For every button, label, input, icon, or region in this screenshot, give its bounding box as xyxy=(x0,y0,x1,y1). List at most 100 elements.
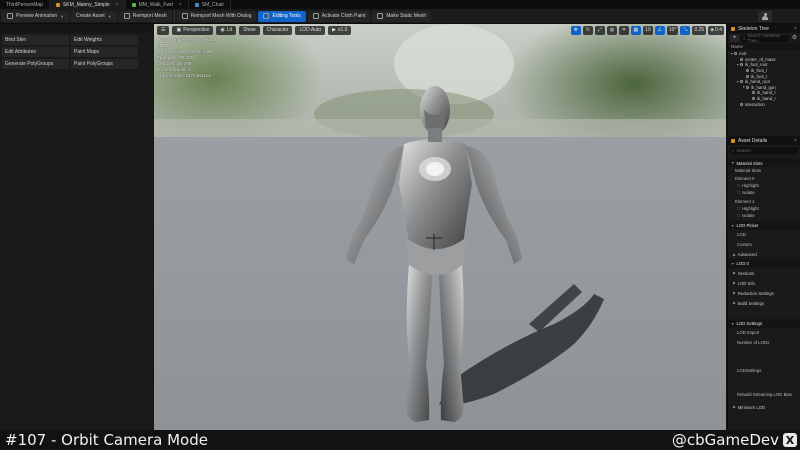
lod-import-field: LOD Import xyxy=(737,330,760,335)
checkbox-icon xyxy=(737,214,740,218)
bone-label: ik_foot_l xyxy=(751,68,768,74)
add-button[interactable]: + xyxy=(730,34,739,42)
caption-title: #107 - Orbit Camera Mode xyxy=(5,431,208,449)
lod-picker-category[interactable]: ▼ LOD Picker xyxy=(728,221,800,230)
close-icon[interactable]: × xyxy=(179,2,182,8)
chevron-right-icon: ▶ xyxy=(733,301,736,305)
lod-0-category[interactable]: ▼ LOD 0 xyxy=(728,259,800,268)
character-button[interactable]: Character xyxy=(262,25,293,35)
scale-snap-toggle[interactable]: ⤡ xyxy=(680,25,691,35)
wrench-icon xyxy=(263,13,270,19)
playback-speed-button[interactable]: ▶ x1.0 xyxy=(328,25,352,35)
bone-label: ik_hand_r xyxy=(757,96,776,102)
lod-auto-button[interactable]: LOD Auto xyxy=(295,25,326,35)
details-search-input[interactable]: ⌕ Search xyxy=(730,146,798,154)
highlight-checkbox[interactable]: Highlight xyxy=(728,205,800,212)
material-slots-category[interactable]: ▼ Material Slots xyxy=(728,159,800,167)
tab-skm-manny-simple[interactable]: SKM_Manny_Simple × xyxy=(49,0,126,9)
character-mode-button[interactable] xyxy=(758,10,772,22)
animation-icon xyxy=(131,2,136,7)
skeleton-icon xyxy=(731,26,735,31)
tab-sm-chair[interactable]: SM_Chair xyxy=(189,0,231,9)
lod-field: LOD xyxy=(737,232,746,237)
rotation-snap-value[interactable]: 10° xyxy=(666,25,679,35)
bone-tree: ▼ root center_of_mass ▼ ik_foot_root ik_fo… xyxy=(728,50,800,107)
number-of-lods-field: Number of LODs xyxy=(737,340,770,345)
generate-polygroups-button[interactable]: Generate PolyGroups xyxy=(2,59,69,69)
viewport-stats-overlay: Previewing Reference Pose LOD: 0 Current… xyxy=(157,38,216,80)
camera-speed-icon: ◈ xyxy=(710,27,715,33)
tab-mm-walk-fwd[interactable]: MM_Walk_Fwd × xyxy=(126,0,189,9)
close-icon[interactable]: × xyxy=(116,2,119,8)
minimum-lod-label: Minimum LOD xyxy=(737,404,766,410)
activate-cloth-paint-button[interactable]: Activate Cloth Paint xyxy=(307,10,371,22)
close-icon[interactable]: × xyxy=(794,138,797,144)
search-icon: ⌕ xyxy=(732,147,735,153)
lit-label: Lit xyxy=(226,27,232,33)
reimport-mesh-button[interactable]: Reimport Mesh xyxy=(118,10,172,22)
bone-label: ik_hand_root xyxy=(745,79,770,85)
skeletal-mesh-icon xyxy=(55,2,60,7)
make-static-mesh-button[interactable]: Make Static Mesh xyxy=(372,10,432,22)
details-icon xyxy=(731,138,735,143)
bone-icon xyxy=(752,91,755,95)
lit-button[interactable]: ◉ Lit xyxy=(216,25,236,35)
camera-speed-button[interactable]: ◈ 0.4 xyxy=(708,25,724,35)
editing-tools-button[interactable]: Editing Tools xyxy=(258,10,306,22)
create-asset-label: Create Asset xyxy=(76,13,105,19)
gear-icon[interactable]: ⚙ xyxy=(791,35,798,42)
reimport-mesh-label: Reimport Mesh xyxy=(132,13,167,19)
lod-settings-category[interactable]: ▼ LOD Settings xyxy=(728,319,800,328)
tab-label: MM_Walk_Fwd xyxy=(138,1,173,8)
preview-animation-button[interactable]: Preview Animation ▼ xyxy=(2,10,70,22)
chevron-down-icon: ▼ xyxy=(731,321,735,326)
tab-thirdpersonmap[interactable]: ThirdPersonMap xyxy=(0,0,50,9)
grid-snap-value[interactable]: 10 xyxy=(642,25,653,35)
edit-weights-button[interactable]: Edit Weights xyxy=(71,35,138,45)
bind-skin-button[interactable]: Bind Skin xyxy=(2,35,69,45)
minimum-lod-expander[interactable]: ▶ Minimum LOD xyxy=(728,402,800,412)
paint-polygroups-button[interactable]: Paint PolyGroups xyxy=(71,59,138,69)
highlight-checkbox[interactable]: Highlight xyxy=(728,182,800,189)
viewport-menu-button[interactable]: ☰ xyxy=(157,25,170,35)
grid-snap-toggle[interactable]: ▦ xyxy=(630,25,641,35)
sections-expander[interactable]: ▶ Sections xyxy=(728,268,800,278)
skeleton-search-input[interactable]: ⌕ Search Skeleton Tree... xyxy=(741,33,789,43)
perspective-button[interactable]: ▣ Perspective xyxy=(172,25,214,35)
scale-tool-icon[interactable]: ⤢ xyxy=(594,25,605,35)
sections-label: Sections xyxy=(737,270,755,276)
category-label: LOD 0 xyxy=(736,261,749,266)
video-caption-bar: #107 - Orbit Camera Mode @cbGameDev X xyxy=(0,430,800,450)
3d-viewport[interactable]: ☰ ▣ Perspective ◉ Lit Show Character LOD A… xyxy=(154,24,726,430)
rotate-tool-icon[interactable]: ↻ xyxy=(582,25,593,35)
advanced-expander[interactable]: ▶ Advanced xyxy=(728,250,800,259)
reimport-mesh-dialog-button[interactable]: Reimport Mesh With Dialog xyxy=(176,10,257,22)
close-icon[interactable]: × xyxy=(794,26,797,32)
asset-details-header[interactable]: Asset Details × xyxy=(728,136,800,145)
reduction-settings-expander[interactable]: ▶ Reduction Settings xyxy=(728,288,800,298)
lod-settings-field: LODSettings xyxy=(737,368,762,373)
world-space-icon[interactable]: ◍ xyxy=(606,25,617,35)
advanced-label: Advanced xyxy=(737,252,757,257)
scale-snap-value[interactable]: 0.25 xyxy=(692,25,707,35)
paint-maps-button[interactable]: Paint Maps xyxy=(71,47,138,57)
skeleton-tree-header[interactable]: Skeleton Tree × xyxy=(728,24,800,33)
isolate-checkbox[interactable]: Isolate xyxy=(728,212,800,221)
highlight-label: Highlight xyxy=(742,183,759,188)
name-column-header[interactable]: Name xyxy=(728,43,800,50)
bone-row[interactable]: interaction xyxy=(728,101,800,107)
preview-animation-label: Preview Animation xyxy=(16,13,58,19)
checkbox-icon xyxy=(737,184,740,188)
asset-tab-strip: ThirdPersonMap SKM_Manny_Simple × MM_Walk… xyxy=(0,0,800,9)
rotation-snap-toggle[interactable]: ∠ xyxy=(654,25,665,35)
character-label: Character xyxy=(266,27,289,33)
move-tool-icon[interactable]: ✥ xyxy=(570,25,581,35)
edit-attributes-button[interactable]: Edit Attributes xyxy=(2,47,69,57)
surface-snap-icon[interactable]: ⌗ xyxy=(618,25,629,35)
chevron-down-icon: ▼ xyxy=(107,13,112,19)
isolate-checkbox[interactable]: Isolate xyxy=(728,189,800,198)
build-settings-expander[interactable]: ▶ Build Settings xyxy=(728,298,800,308)
lod-info-expander[interactable]: ▶ LOD Info xyxy=(728,278,800,288)
show-button[interactable]: Show xyxy=(239,25,260,35)
create-asset-button[interactable]: Create Asset ▼ xyxy=(71,10,117,22)
